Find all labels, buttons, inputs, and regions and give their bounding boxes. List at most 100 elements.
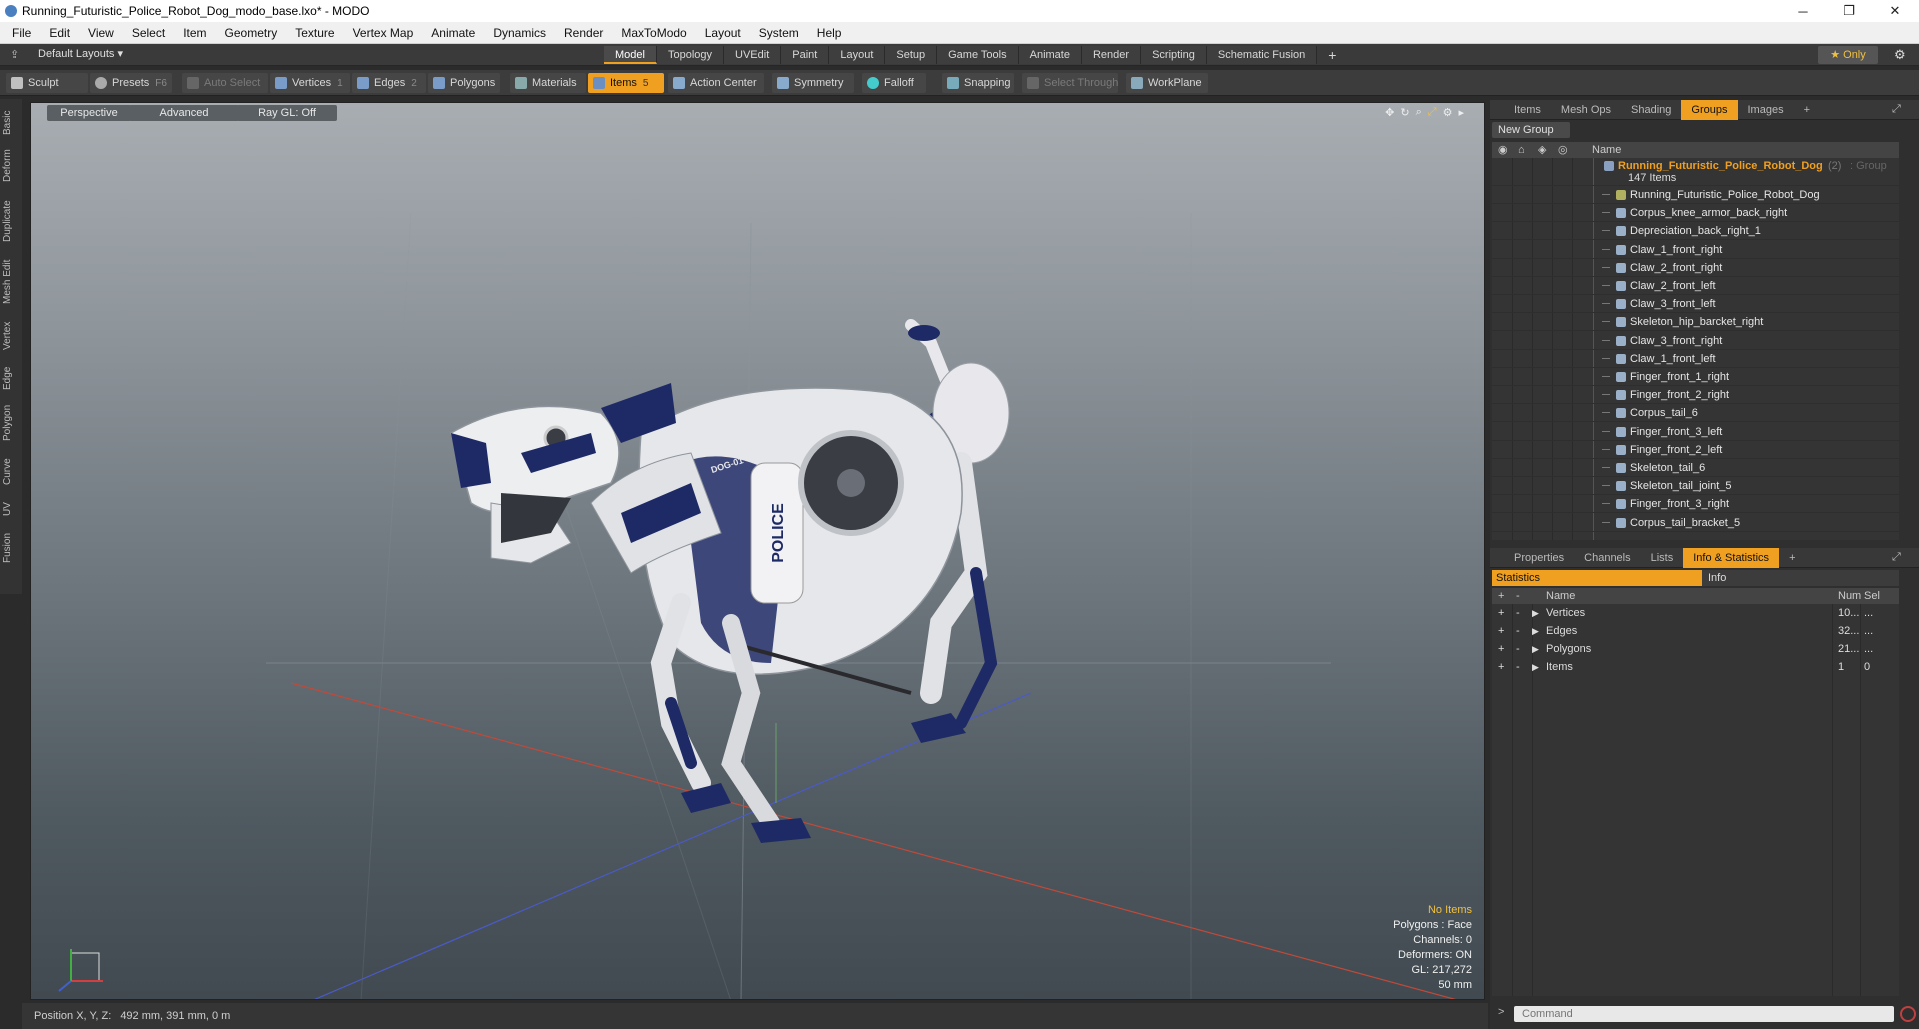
robot-dog-model[interactable]: POLICE DOG-01 — [450, 319, 1010, 843]
subtab-statistics[interactable]: Statistics — [1492, 570, 1702, 586]
group-row[interactable]: Running_Futuristic_Police_Robot_Dog (2) … — [1492, 158, 1899, 186]
left-tab-mesh-edit[interactable]: Mesh Edit — [2, 255, 20, 309]
workplane-button[interactable]: WorkPlane — [1126, 73, 1208, 93]
subtab-info[interactable]: Info — [1708, 570, 1726, 586]
falloff-button[interactable]: Falloff — [862, 73, 926, 93]
list-item[interactable]: Corpus_tail_bracket_5 — [1492, 514, 1899, 532]
list-item[interactable]: Finger_front_3_left — [1492, 423, 1899, 441]
groups-name-column[interactable]: Name — [1592, 142, 1621, 158]
menu-render[interactable]: Render — [555, 26, 612, 40]
row-disclosure-icon[interactable]: ▶ — [1532, 658, 1539, 676]
list-item[interactable]: Finger_front_1_right — [1492, 368, 1899, 386]
snapping-button[interactable]: Snapping — [942, 73, 1014, 93]
tab-shading[interactable]: Shading — [1621, 100, 1681, 120]
list-item[interactable]: Corpus_knee_armor_back_right — [1492, 204, 1899, 223]
presets-button[interactable]: Presets F6 — [90, 73, 172, 93]
tab-items[interactable]: Items — [1504, 100, 1551, 120]
stats-num-column[interactable]: Num — [1838, 588, 1861, 604]
list-item[interactable]: Claw_1_front_right — [1492, 241, 1899, 259]
minimize-button[interactable]: ─ — [1780, 0, 1826, 22]
tab-schematic-fusion[interactable]: Schematic Fusion — [1206, 46, 1318, 64]
menu-file[interactable]: File — [0, 26, 40, 40]
3d-viewport[interactable]: Perspective Advanced Ray GL: Off ✥ ↻ ⌕ ⤢… — [30, 102, 1485, 1000]
list-item[interactable]: Skeleton_tail_joint_5 — [1492, 477, 1899, 496]
materials-button[interactable]: Materials — [510, 73, 586, 93]
row-disclosure-icon[interactable]: ▶ — [1532, 640, 1539, 658]
left-tab-edge[interactable]: Edge — [2, 361, 20, 395]
visibility-eye-icon[interactable]: ◉ — [1498, 142, 1508, 158]
stats-row[interactable]: + - ▶ Edges 32...... — [1492, 622, 1899, 640]
panel-expand-icon[interactable]: ⤢ — [1892, 103, 1901, 116]
stats-row[interactable]: + - ▶ Vertices 10...... — [1492, 604, 1899, 622]
menu-system[interactable]: System — [750, 26, 808, 40]
list-item[interactable]: Claw_3_front_right — [1492, 332, 1899, 350]
left-tab-uv[interactable]: UV — [2, 497, 20, 521]
select-through-button[interactable]: Select Through — [1022, 73, 1118, 93]
tab-info-statistics[interactable]: Info & Statistics — [1683, 547, 1780, 568]
row-expand-icon[interactable]: + — [1498, 640, 1504, 658]
polygons-button[interactable]: Polygons — [428, 73, 500, 93]
list-item[interactable]: Skeleton_tail_6 — [1492, 459, 1899, 477]
left-tab-polygon[interactable]: Polygon — [2, 399, 20, 447]
tab-images[interactable]: Images — [1738, 100, 1794, 120]
tab-animate[interactable]: Animate — [1018, 46, 1082, 64]
stats-sel-column[interactable]: Sel — [1864, 588, 1880, 604]
left-tab-vertex[interactable]: Vertex — [2, 315, 20, 357]
row-expand-icon[interactable]: + — [1498, 658, 1504, 676]
info-panel-expand-icon[interactable]: ⤢ — [1892, 551, 1901, 564]
list-item[interactable]: Corpus_tail_6 — [1492, 404, 1899, 423]
menu-view[interactable]: View — [79, 26, 123, 40]
command-input[interactable] — [1514, 1006, 1894, 1022]
menu-vertex-map[interactable]: Vertex Map — [344, 26, 423, 40]
row-collapse-icon[interactable]: - — [1516, 604, 1520, 622]
menu-dynamics[interactable]: Dynamics — [484, 26, 555, 40]
vertices-button[interactable]: Vertices 1 — [270, 73, 350, 93]
collapse-all-icon[interactable]: - — [1516, 588, 1520, 604]
lock-icon[interactable]: ⌂ — [1518, 142, 1525, 158]
left-tab-curve[interactable]: Curve — [2, 453, 20, 491]
gear-icon[interactable]: ⚙ — [1894, 47, 1906, 63]
list-item[interactable]: Running_Futuristic_Police_Robot_Dog — [1492, 186, 1899, 204]
tab-scripting[interactable]: Scripting — [1141, 46, 1207, 64]
tab-uvedit[interactable]: UVEdit — [724, 46, 782, 64]
new-group-button[interactable]: New Group — [1492, 122, 1570, 138]
row-expand-icon[interactable]: + — [1498, 604, 1504, 622]
row-expand-icon[interactable]: + — [1498, 622, 1504, 640]
record-icon[interactable] — [1900, 1006, 1916, 1022]
row-disclosure-icon[interactable]: ▶ — [1532, 622, 1539, 640]
menu-select[interactable]: Select — [123, 26, 174, 40]
stats-name-column[interactable]: Name — [1546, 588, 1575, 604]
tab-render[interactable]: Render — [1081, 46, 1142, 64]
auto-select-button[interactable]: Auto Select — [182, 73, 268, 93]
list-item[interactable]: Finger_front_2_right — [1492, 386, 1899, 405]
menu-item[interactable]: Item — [174, 26, 215, 40]
row-collapse-icon[interactable]: - — [1516, 658, 1520, 676]
left-tab-duplicate[interactable]: Duplicate — [2, 193, 20, 249]
menu-layout[interactable]: Layout — [696, 26, 750, 40]
stats-row[interactable]: + - ▶ Items 1 0 — [1492, 658, 1899, 676]
tab-channels[interactable]: Channels — [1574, 548, 1640, 568]
tab-groups[interactable]: Groups — [1681, 99, 1738, 120]
menu-maxtomodo[interactable]: MaxToModo — [612, 26, 695, 40]
tab-setup[interactable]: Setup — [885, 46, 938, 64]
tab-game-tools[interactable]: Game Tools — [937, 46, 1019, 64]
menu-animate[interactable]: Animate — [422, 26, 484, 40]
menu-geometry[interactable]: Geometry — [216, 26, 287, 40]
expand-all-icon[interactable]: + — [1498, 588, 1504, 604]
add-info-tab-icon[interactable]: + — [1779, 548, 1805, 568]
menu-texture[interactable]: Texture — [286, 26, 343, 40]
list-item[interactable]: Claw_3_front_left — [1492, 295, 1899, 314]
tab-mesh-ops[interactable]: Mesh Ops — [1551, 100, 1621, 120]
items-button[interactable]: Items 5 — [588, 73, 664, 93]
sculpt-button[interactable]: Sculpt — [6, 73, 88, 93]
list-item[interactable]: Depreciation_back_right_1 — [1492, 222, 1899, 241]
symmetry-button[interactable]: Symmetry — [772, 73, 854, 93]
list-item[interactable]: Claw_1_front_left — [1492, 350, 1899, 368]
tab-topology[interactable]: Topology — [656, 46, 725, 64]
list-item[interactable]: Finger_front_2_left — [1492, 441, 1899, 459]
left-tab-basic[interactable]: Basic — [2, 105, 20, 141]
row-disclosure-icon[interactable]: ▶ — [1532, 604, 1539, 622]
tab-properties[interactable]: Properties — [1504, 548, 1574, 568]
only-button[interactable]: ★ Only — [1818, 46, 1878, 64]
left-tab-fusion[interactable]: Fusion — [2, 527, 20, 569]
